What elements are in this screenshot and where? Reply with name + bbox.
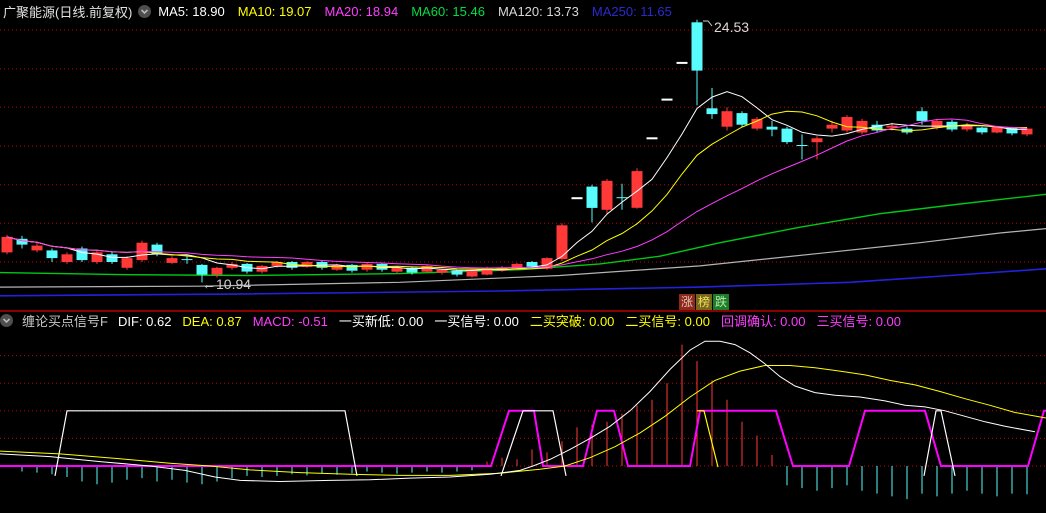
collapse-chevron-icon[interactable] [0,314,13,327]
ma-value: MA20: 18.94 [324,3,399,19]
high-price-label: 24.53 [714,19,749,35]
indicator-field: 一买信号: 0.00 [434,314,519,329]
indicator-field: 一买新低: 0.00 [338,314,424,329]
rank-badge[interactable]: 榜 [696,294,712,310]
ma-values: MA5: 18.90 MA10: 19.07 MA20: 18.94 MA60: 15… [158,4,685,19]
rank-badge[interactable]: 跌 [713,294,729,310]
indicator-field: 回调确认: 0.00 [720,314,806,329]
indicator-panel-header: 缠论买点信号F DIF: 0.62 DEA: 0.87 MACD: -0.51 一买新… [0,312,912,329]
ma-value: MA120: 13.73 [497,3,579,19]
chart-canvas: 24.53 ←10.94 [0,19,1046,500]
rank-badges: 涨榜跌 [679,294,729,310]
stock-title: 广聚能源(日线.前复权) [3,4,133,20]
main-chart-header: 广聚能源(日线.前复权) MA5: 18.90 MA10: 19.07 MA20: … [0,0,685,22]
price-labels: 24.53 ←10.94 [202,19,749,292]
signal-lines [0,409,1046,477]
indicator-field: 二买突破: 0.00 [529,314,615,329]
rank-badge[interactable]: 涨 [679,294,695,310]
candlestick-layer [1,19,1033,283]
fast-ma-layer [6,91,1028,272]
indicator-field: MACD: -0.51 [252,314,328,329]
macd-histogram [21,344,1028,500]
dea-line [0,365,1046,476]
indicator-field: 三买信号: 0.00 [816,314,902,329]
main-grid [0,29,1046,263]
ma-value: MA5: 18.90 [158,3,225,19]
indicator-field: 二买信号: 0.00 [625,314,710,329]
indicator-field: DIF: 0.62 [117,314,172,329]
collapse-chevron-icon[interactable] [138,4,152,18]
indicator-fields: DIF: 0.62 DEA: 0.87 MACD: -0.51 一买新低: 0.00 一… [118,311,912,330]
ma-value: MA60: 15.46 [411,3,485,19]
indicator-name: 缠论买点信号F [22,314,108,329]
low-price-label: ←10.94 [202,276,251,292]
ma-value: MA10: 19.07 [237,3,312,19]
indicator-field: DEA: 0.87 [182,314,242,329]
ma-value: MA250: 11.65 [591,3,672,19]
stock-chart-app: { "header": { "title": "广聚能源(日线.前复权)", "… [0,0,1046,513]
